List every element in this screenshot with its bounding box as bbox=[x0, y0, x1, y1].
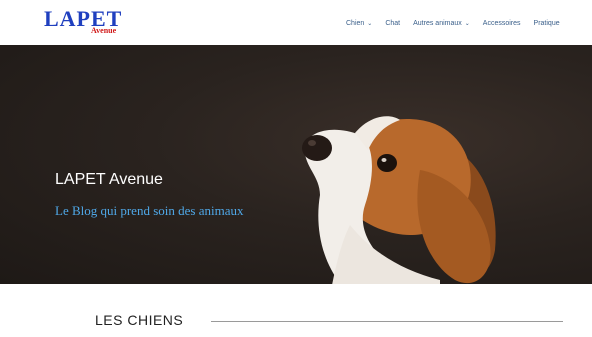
section-divider bbox=[211, 321, 563, 322]
chevron-down-icon: ⌄ bbox=[464, 20, 470, 27]
nav-item-label: Autres animaux bbox=[413, 19, 462, 27]
dog-photo bbox=[302, 116, 496, 284]
logo-sub-text: Avenue bbox=[91, 26, 117, 35]
hero-banner: LAPET Avenue Le Blog qui prend soin des … bbox=[0, 45, 592, 284]
hero-subtitle: Le Blog qui prend soin des animaux bbox=[55, 203, 244, 218]
site-logo[interactable]: LAPET Avenue bbox=[44, 8, 124, 38]
nav-item-label: Chat bbox=[385, 19, 401, 27]
nav-item-chat[interactable]: Chat bbox=[385, 20, 400, 27]
main-nav: Chien ⌄ Chat Autres animaux ⌄ Accessoire… bbox=[346, 17, 560, 29]
site-header: LAPET Avenue Chien ⌄ Chat Autres animaux… bbox=[0, 0, 592, 45]
chevron-down-icon: ⌄ bbox=[367, 20, 373, 27]
nav-item-accessoires[interactable]: Accessoires bbox=[483, 20, 521, 27]
section-title: LES CHIENS bbox=[95, 312, 184, 328]
nav-item-label: Chien bbox=[346, 19, 365, 27]
nav-item-chien[interactable]: Chien ⌄ bbox=[346, 20, 372, 27]
nav-item-pratique[interactable]: Pratique bbox=[534, 20, 560, 27]
hero-title: LAPET Avenue bbox=[55, 171, 163, 188]
nav-item-label: Pratique bbox=[533, 19, 560, 27]
nav-item-autres-animaux[interactable]: Autres animaux ⌄ bbox=[413, 20, 470, 27]
nav-item-label: Accessoires bbox=[482, 19, 521, 27]
